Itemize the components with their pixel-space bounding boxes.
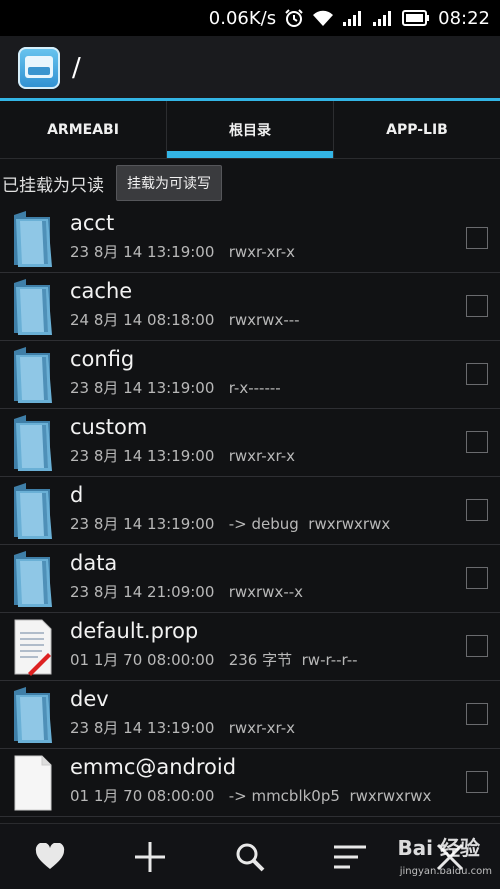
folder-icon [12, 413, 54, 473]
folder-icon [12, 345, 54, 405]
mount-read-write-button[interactable]: 挂载为可读写 [116, 165, 222, 201]
file-list: acct 23 8月 14 13:19:00 rwxr-xr-x cache 24 8… [0, 205, 500, 817]
file-icon [12, 753, 54, 813]
file-name: emmc@android [70, 755, 237, 779]
file-manager-icon[interactable] [18, 47, 60, 89]
sort-icon [334, 845, 366, 868]
select-checkbox[interactable] [466, 499, 488, 521]
file-row[interactable]: emmc@android 01 1月 70 08:00:00 -> mmcblk0… [0, 749, 500, 817]
folder-icon [12, 685, 54, 745]
clock: 08:22 [438, 7, 490, 29]
file-meta: 24 8月 14 08:18:00 rwxrwx--- [70, 309, 300, 330]
file-row[interactable]: config 23 8月 14 13:19:00 r-x------ [0, 341, 500, 409]
sort-button[interactable] [320, 832, 380, 882]
folder-icon [12, 209, 54, 269]
signal-icon [342, 9, 364, 27]
file-date: 23 8月 14 13:19:00 [70, 243, 215, 261]
file-row[interactable]: acct 23 8月 14 13:19:00 rwxr-xr-x [0, 205, 500, 273]
wifi-icon [312, 9, 334, 27]
file-date: 24 8月 14 08:18:00 [70, 311, 215, 329]
file-date: 23 8月 14 13:19:00 [70, 719, 215, 737]
tab-armeabi[interactable]: ARMEABI [0, 101, 167, 158]
file-meta: 23 8月 14 13:19:00 rwxr-xr-x [70, 717, 295, 738]
file-meta: 23 8月 14 13:19:00 rwxr-xr-x [70, 241, 295, 262]
file-name: default.prop [70, 619, 199, 643]
search-icon [236, 843, 265, 871]
watermark-url: jingyan.baidu.com [399, 866, 492, 877]
file-name: data [70, 551, 118, 575]
tab-app-lib[interactable]: APP-LIB [334, 101, 500, 158]
add-icon [135, 841, 165, 872]
file-meta: 23 8月 14 13:19:00 rwxr-xr-x [70, 445, 295, 466]
folder-icon [12, 481, 54, 541]
file-name: dev [70, 687, 109, 711]
file-row[interactable]: custom 23 8月 14 13:19:00 rwxr-xr-x [0, 409, 500, 477]
file-date: 23 8月 14 13:19:00 [70, 379, 215, 397]
file-meta: 23 8月 14 13:19:00 -> debug rwxrwxrwx [70, 513, 390, 534]
file-permissions: rwxr-xr-x [228, 447, 296, 465]
file-name: config [70, 347, 135, 371]
file-name: custom [70, 415, 148, 439]
battery-icon [402, 10, 430, 26]
file-permissions: -> mmcblk0p5 rwxrwxrwx [228, 787, 432, 805]
mount-row: 已挂载为只读 挂载为可读写 [0, 163, 500, 203]
file-permissions: rwxr-xr-x [228, 243, 296, 261]
folder-icon [12, 549, 54, 609]
title-bar: / [0, 36, 500, 100]
select-checkbox[interactable] [466, 703, 488, 725]
signal-icon [372, 9, 394, 27]
watermark: Bai 经验 [397, 836, 480, 860]
tab-root[interactable]: 根目录 [167, 101, 334, 158]
file-name: acct [70, 211, 115, 235]
search-button[interactable] [220, 832, 280, 882]
file-row[interactable]: cache 24 8月 14 08:18:00 rwxrwx--- [0, 273, 500, 341]
file-name: cache [70, 279, 133, 303]
select-checkbox[interactable] [466, 295, 488, 317]
file-name: d [70, 483, 84, 507]
file-permissions: -> debug rwxrwxrwx [228, 515, 391, 533]
select-checkbox[interactable] [466, 771, 488, 793]
file-date: 01 1月 70 08:00:00 [70, 651, 215, 669]
file-row[interactable]: default.prop 01 1月 70 08:00:00 236 字节 rw-… [0, 613, 500, 681]
file-row[interactable]: data 23 8月 14 21:09:00 rwxrwx--x [0, 545, 500, 613]
file-permissions: rwxrwx--x [228, 583, 304, 601]
folder-icon [12, 277, 54, 337]
file-meta: 23 8月 14 21:09:00 rwxrwx--x [70, 581, 303, 602]
file-date: 01 1月 70 08:00:00 [70, 787, 215, 805]
file-permissions: rwxrwx--- [228, 311, 300, 329]
file-permissions: 236 字节 rw-r--r-- [228, 651, 358, 669]
file-meta: 01 1月 70 08:00:00 236 字节 rw-r--r-- [70, 649, 358, 670]
select-checkbox[interactable] [466, 227, 488, 249]
file-row[interactable]: d 23 8月 14 13:19:00 -> debug rwxrwxrwx [0, 477, 500, 545]
select-checkbox[interactable] [466, 567, 488, 589]
file-row[interactable]: dev 23 8月 14 13:19:00 rwxr-xr-x [0, 681, 500, 749]
file-meta: 01 1月 70 08:00:00 -> mmcblk0p5 rwxrwxrwx [70, 785, 431, 806]
favorite-button[interactable] [20, 832, 80, 882]
file-date: 23 8月 14 21:09:00 [70, 583, 215, 601]
add-button[interactable] [120, 832, 180, 882]
file-date: 23 8月 14 13:19:00 [70, 447, 215, 465]
tab-bar: ARMEABI 根目录 APP-LIB [0, 101, 500, 159]
network-speed: 0.06K/s [208, 7, 277, 29]
file-permissions: rwxr-xr-x [228, 719, 296, 737]
file-meta: 23 8月 14 13:19:00 r-x------ [70, 377, 281, 398]
current-path: / [72, 53, 81, 83]
select-checkbox[interactable] [466, 635, 488, 657]
text-file-icon [12, 617, 54, 677]
select-checkbox[interactable] [466, 363, 488, 385]
file-date: 23 8月 14 13:19:00 [70, 515, 215, 533]
select-checkbox[interactable] [466, 431, 488, 453]
favorite-icon [35, 842, 65, 869]
mount-status: 已挂载为只读 [2, 175, 104, 196]
status-bar: 0.06K/s 08:22 [0, 0, 500, 36]
file-permissions: r-x------ [228, 379, 281, 397]
alarm-icon [284, 8, 304, 28]
